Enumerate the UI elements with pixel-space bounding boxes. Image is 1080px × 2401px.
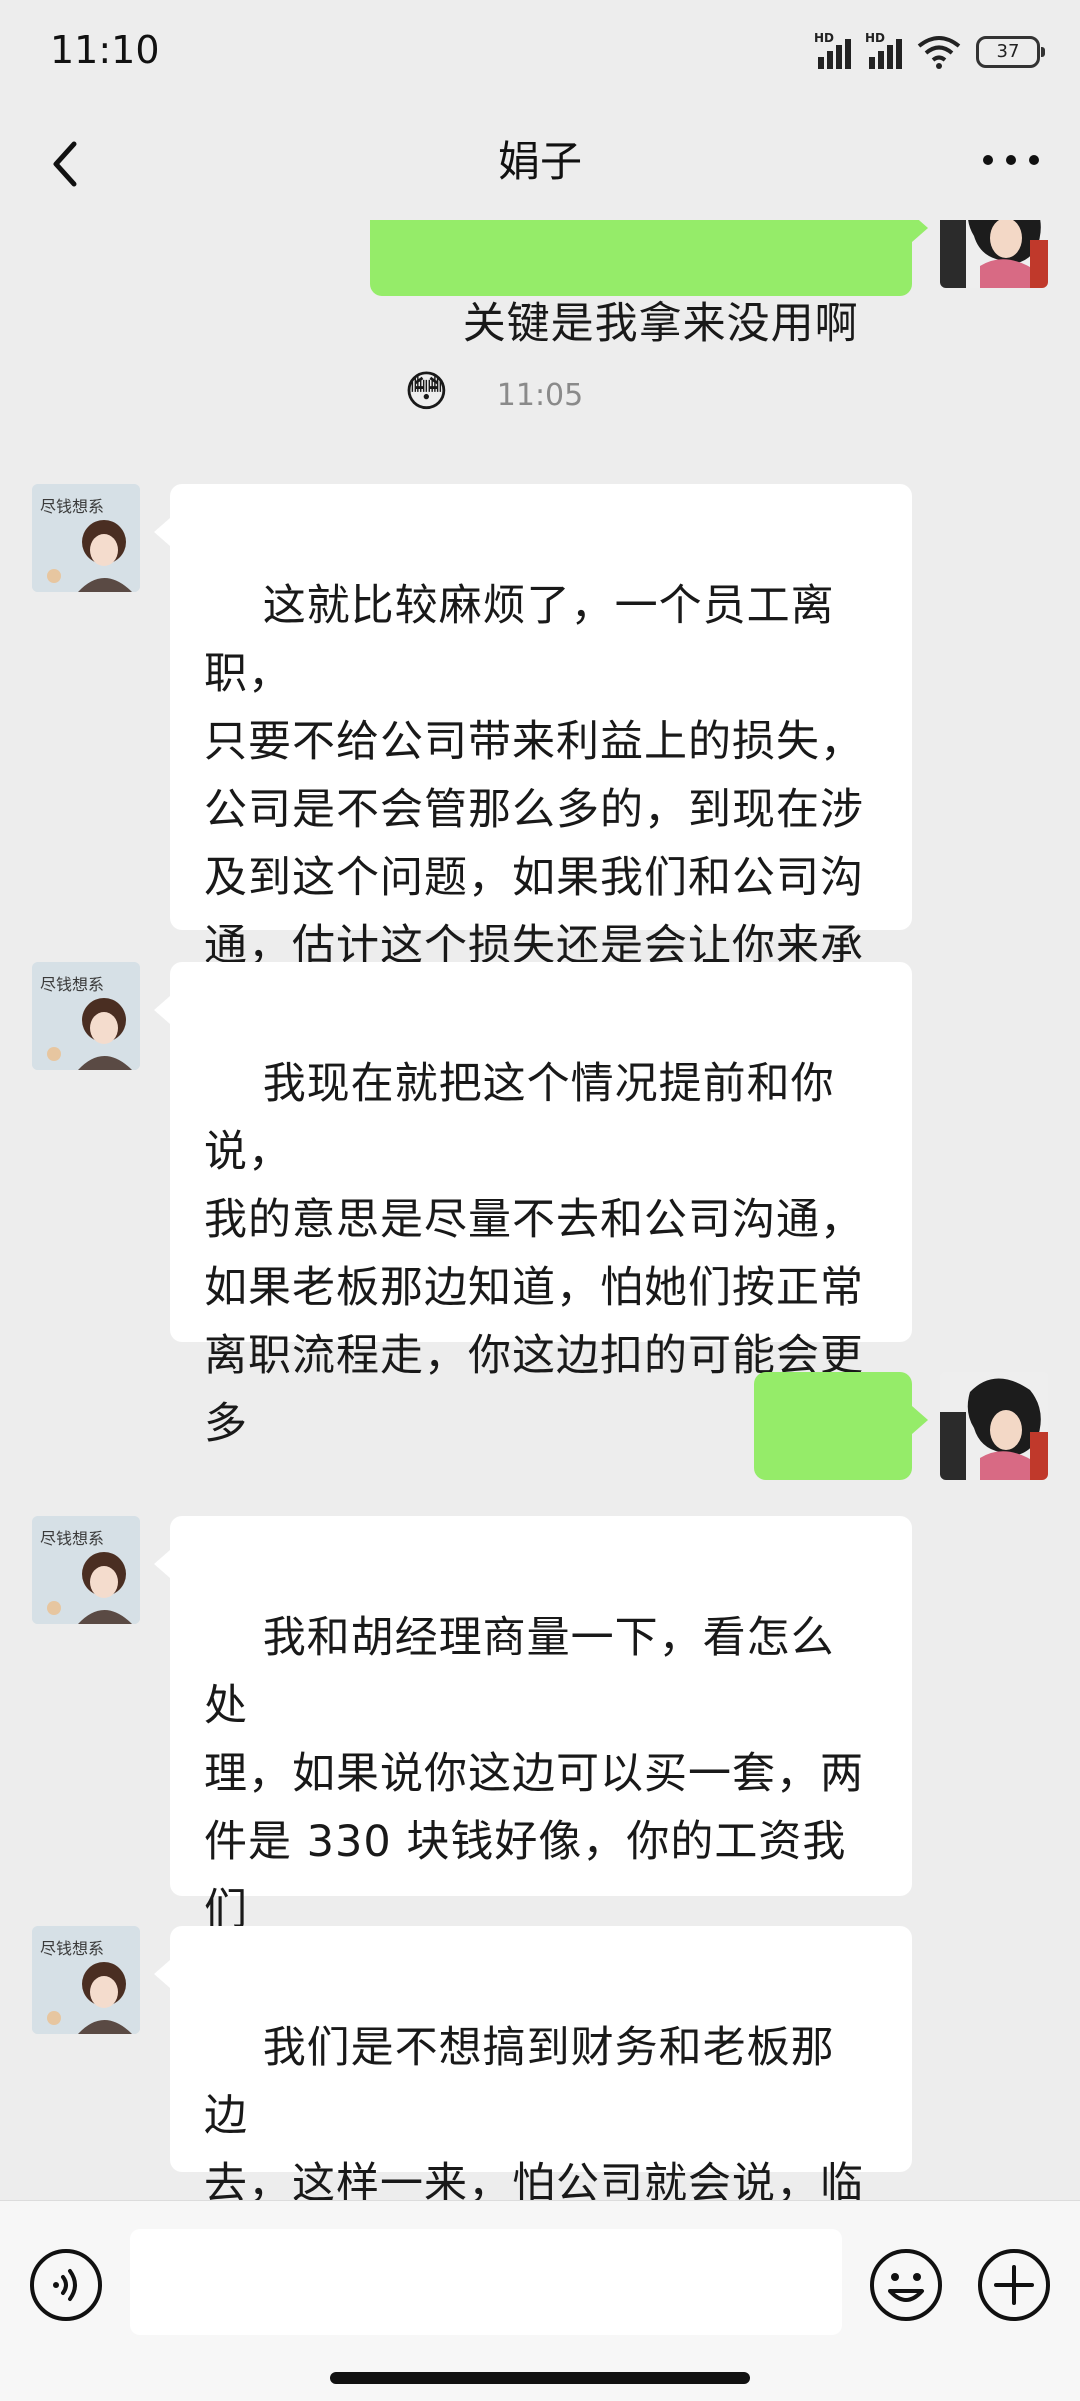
avatar-contact-image: 尽钱想系 [32, 962, 140, 1070]
message-bubble-incoming[interactable]: 这就比较麻烦了，一个员工离职， 只要不给公司带来利益上的损失， 公司是不会管那么… [154, 484, 912, 1039]
status-icons: HD HD 37 [814, 30, 1045, 74]
emoji-icon[interactable] [868, 2247, 944, 2323]
message-bubble-incoming[interactable]: 我和胡经理商量一下，看怎么处 理，如果说你这边可以买一套，两 件是 330 块钱… [154, 1516, 912, 2071]
message-timestamp: 11:05 [496, 378, 584, 413]
message-list[interactable]: 关键是我拿来没用啊😳 11:05 尽钱想系 这就比较麻烦了，一个员工离职， 只要… [0, 220, 1080, 2200]
avatar-contact-image: 尽钱想系 [32, 1516, 140, 1624]
avatar-self-image [940, 1372, 1048, 1480]
more-options-icon[interactable] [976, 140, 1046, 180]
more-actions-plus-icon[interactable] [976, 2247, 1052, 2323]
input-bar [0, 2200, 1080, 2401]
avatar-contact-image: 尽钱想系 [32, 484, 140, 592]
wifi-icon [917, 36, 961, 69]
avatar-contact[interactable]: 尽钱想系 [32, 484, 140, 592]
network-label: HD [865, 31, 886, 45]
message-bubble-incoming[interactable]: 我们是不想搞到财务和老板那边 去，这样一来，怕公司就会说，临 时走，扣半个月都有… [154, 1926, 912, 2200]
network-label: HD [814, 31, 835, 45]
voice-input-icon[interactable] [28, 2247, 104, 2323]
home-indicator[interactable] [330, 2372, 750, 2384]
status-time: 11:10 [50, 28, 160, 72]
status-bar: 11:10 HD HD 37 [0, 0, 1080, 110]
message-bubble-outgoing[interactable]: 好的 [754, 1372, 928, 1587]
avatar-contact-image: 尽钱想系 [32, 1926, 140, 2034]
avatar-caption-3: 尽钱想系 [40, 1529, 104, 1548]
battery-indicator: 37 [976, 36, 1045, 68]
avatar-self-image [940, 220, 1048, 288]
avatar-caption-4: 尽钱想系 [40, 1939, 104, 1958]
message-input[interactable] [130, 2229, 842, 2335]
avatar-contact[interactable]: 尽钱想系 [32, 1516, 140, 1624]
avatar-self[interactable] [940, 1372, 1048, 1480]
avatar-self[interactable] [940, 220, 1048, 288]
signal-icon: HD [814, 31, 851, 69]
chat-title: 娟子 [497, 137, 582, 186]
avatar-caption-2: 尽钱想系 [40, 975, 104, 994]
avatar-caption-1: 尽钱想系 [40, 497, 104, 516]
signal-icon: HD [865, 31, 902, 69]
avatar-contact[interactable]: 尽钱想系 [32, 1926, 140, 2034]
message-bubble-incoming[interactable]: 我现在就把这个情况提前和你说， 我的意思是尽量不去和公司沟通， 如果老板那边知道… [154, 962, 912, 1449]
message-bubble-outgoing[interactable]: 关键是我拿来没用啊😳 [370, 220, 928, 417]
message-text: 我们是不想搞到财务和老板那边 去，这样一来，怕公司就会说，临 时走，扣半个月都有… [204, 2023, 864, 2200]
avatar-contact[interactable]: 尽钱想系 [32, 962, 140, 1070]
